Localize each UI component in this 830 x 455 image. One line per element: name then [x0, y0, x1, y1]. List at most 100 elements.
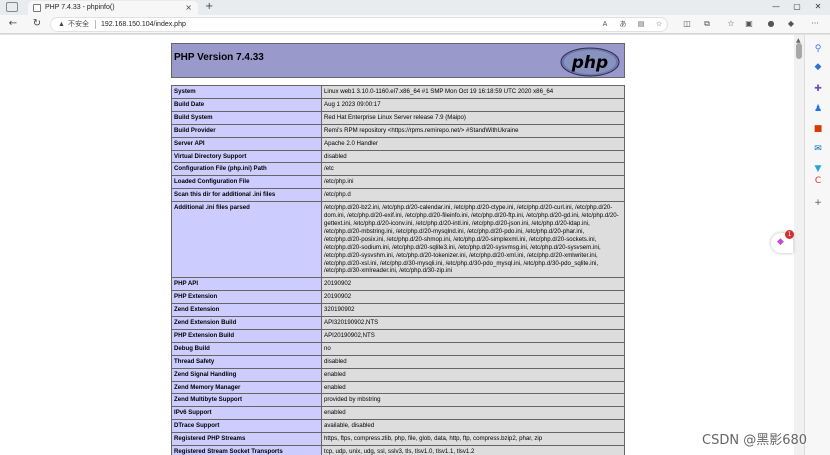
shopping-tag-icon[interactable]: ◆	[812, 61, 824, 73]
divider	[95, 20, 96, 29]
watermark: CSDN @黑影680	[702, 433, 808, 448]
php-info-table: System Linux web1 3.10.0-1160.el7.x86_64 …	[171, 85, 625, 455]
row-key: System	[171, 85, 322, 99]
row-key: Zend Extension	[171, 303, 322, 318]
row-key: PHP Extension	[171, 290, 322, 305]
close-tab-icon[interactable]: ×	[185, 1, 192, 15]
row-value: tcp, udp, unix, udg, ssl, sslv3, tls, tl…	[321, 445, 625, 455]
row-key: PHP Extension Build	[171, 328, 322, 343]
row-key: Virtual Directory Support	[171, 149, 322, 164]
row-key: Build System	[171, 110, 322, 125]
tools-icon[interactable]: ✚	[812, 83, 824, 95]
table-row: Build Date Aug 1 2023 09:00:17	[171, 97, 625, 112]
read-aloud-icon[interactable]: A	[599, 18, 611, 31]
games-icon[interactable]: ♟	[812, 103, 824, 115]
table-row: Zend Extension Build API320190902,NTS	[171, 316, 625, 330]
table-row: Additional .ini files parsed/etc/php.d/2…	[171, 201, 625, 279]
address-bar[interactable]: ▲ 不安全 192.168.150.104/index.php A あ ▤ ☆	[50, 17, 668, 32]
outlook-icon[interactable]: ✉	[812, 143, 824, 155]
row-value: disabled	[321, 149, 625, 164]
row-key: Zend Multibyte Support	[171, 393, 322, 408]
translate-icon[interactable]: あ	[617, 18, 629, 31]
split-screen-icon[interactable]: ◫	[680, 18, 694, 30]
table-row: System Linux web1 3.10.0-1160.el7.x86_64 …	[171, 85, 625, 99]
reload-icon[interactable]: ↻	[30, 18, 44, 30]
row-value: 20190902	[321, 277, 625, 292]
scroll-thumb[interactable]	[796, 43, 802, 59]
row-key: Registered PHP Streams	[171, 432, 322, 447]
row-value: Remi's RPM repository <https://rpms.remi…	[321, 123, 625, 138]
search-icon[interactable]: ⚲	[812, 43, 824, 55]
page-icon	[33, 4, 41, 12]
minimize-button[interactable]: —	[766, 0, 786, 14]
maximize-button[interactable]: ▢	[787, 0, 807, 14]
row-key: Additional .ini files parsed	[171, 201, 322, 279]
close-window-button[interactable]: ✕	[808, 0, 828, 14]
table-row: PHP API 20190902	[171, 277, 625, 292]
security-label[interactable]: 不安全	[68, 18, 89, 31]
php-logo-text: php	[571, 53, 608, 73]
row-key: Zend Signal Handling	[171, 367, 322, 382]
warning-icon[interactable]: ▲	[58, 18, 65, 31]
row-value: enabled	[321, 380, 625, 395]
office-icon[interactable]: ■	[812, 123, 824, 135]
reader-icon[interactable]: ▤	[635, 18, 647, 31]
row-value: API320190902,NTS	[321, 316, 625, 330]
new-tab-button[interactable]: +	[205, 0, 213, 14]
row-key: Configuration File (php.ini) Path	[171, 162, 322, 177]
url-text[interactable]: 192.168.150.104/index.php	[101, 18, 186, 31]
assistant-badge[interactable]: ◆ 1	[771, 230, 794, 253]
row-value: Red Hat Enterprise Linux Server release …	[321, 110, 625, 125]
table-row: IPv6 Support enabled	[171, 406, 625, 421]
row-key: Registered Stream Socket Transports	[171, 445, 322, 455]
csdn-extension-icon[interactable]: C	[812, 175, 824, 187]
copilot-icon[interactable]: ◆	[784, 18, 798, 30]
table-row: Build Provider Remi's RPM repository <htt…	[171, 123, 625, 138]
add-icon[interactable]: +	[812, 197, 824, 209]
row-value: enabled	[321, 367, 625, 382]
back-icon[interactable]: ←	[6, 18, 20, 30]
notification-count: 1	[785, 230, 794, 239]
row-value: API20190902,NTS	[321, 328, 625, 343]
row-value: 20190902	[321, 290, 625, 305]
row-value: available, disabled	[321, 419, 625, 434]
table-row: Debug Build no	[171, 341, 625, 356]
row-key: Zend Memory Manager	[171, 380, 322, 395]
favorites-icon[interactable]: ☆	[724, 18, 738, 30]
favorite-icon[interactable]: ☆	[653, 18, 665, 31]
php-header: PHP Version 7.4.33 php	[171, 43, 625, 78]
table-row: Server API Apache 2.0 Handler	[171, 136, 625, 151]
table-row: Scan this dir for additional .ini files /…	[171, 188, 625, 203]
table-row: Zend Memory Manager enabled	[171, 380, 625, 395]
row-key: Build Provider	[171, 123, 322, 138]
profile-icon[interactable]: ●	[764, 18, 778, 30]
tab-phpinfo[interactable]: PHP 7.4.33 - phpinfo() ×	[28, 1, 198, 15]
row-key: Zend Extension Build	[171, 316, 322, 330]
drop-icon[interactable]: ▼	[812, 163, 824, 175]
row-key: PHP API	[171, 277, 322, 292]
diamond-icon: ◆	[777, 237, 784, 247]
table-row: Zend Multibyte Support provided by mbstri…	[171, 393, 625, 408]
row-value: /etc/php.d	[321, 188, 625, 203]
row-key: Debug Build	[171, 341, 322, 356]
collections-icon[interactable]: ▣	[742, 18, 756, 30]
table-row: Zend Signal Handling enabled	[171, 367, 625, 382]
scrollbar[interactable]: ▲	[794, 35, 804, 455]
table-row: Thread Safety disabled	[171, 354, 625, 369]
row-key: Build Date	[171, 97, 322, 112]
table-row: PHP Extension 20190902	[171, 290, 625, 305]
row-key: DTrace Support	[171, 419, 322, 434]
table-row: Registered PHP Streams https, ftps, compr…	[171, 432, 625, 447]
edge-sidebar: ⚲ ◆ ✚ ♟ ■ ✉ ▼ C +	[804, 35, 830, 455]
extensions-icon[interactable]: ⧉	[700, 18, 714, 30]
row-value: provided by mbstring	[321, 393, 625, 408]
row-value: no	[321, 341, 625, 356]
table-row: Build System Red Hat Enterprise Linux Ser…	[171, 110, 625, 125]
table-row: Configuration File (php.ini) Path/etc	[171, 162, 625, 177]
row-key: Server API	[171, 136, 322, 151]
more-icon[interactable]: ···	[808, 18, 822, 30]
table-row: Virtual Directory Support disabled	[171, 149, 625, 164]
row-value: /etc	[321, 162, 625, 177]
tab-actions-icon[interactable]	[6, 2, 18, 12]
browser-toolbar: ← ↻ ▲ 不安全 192.168.150.104/index.php A あ …	[0, 15, 830, 34]
